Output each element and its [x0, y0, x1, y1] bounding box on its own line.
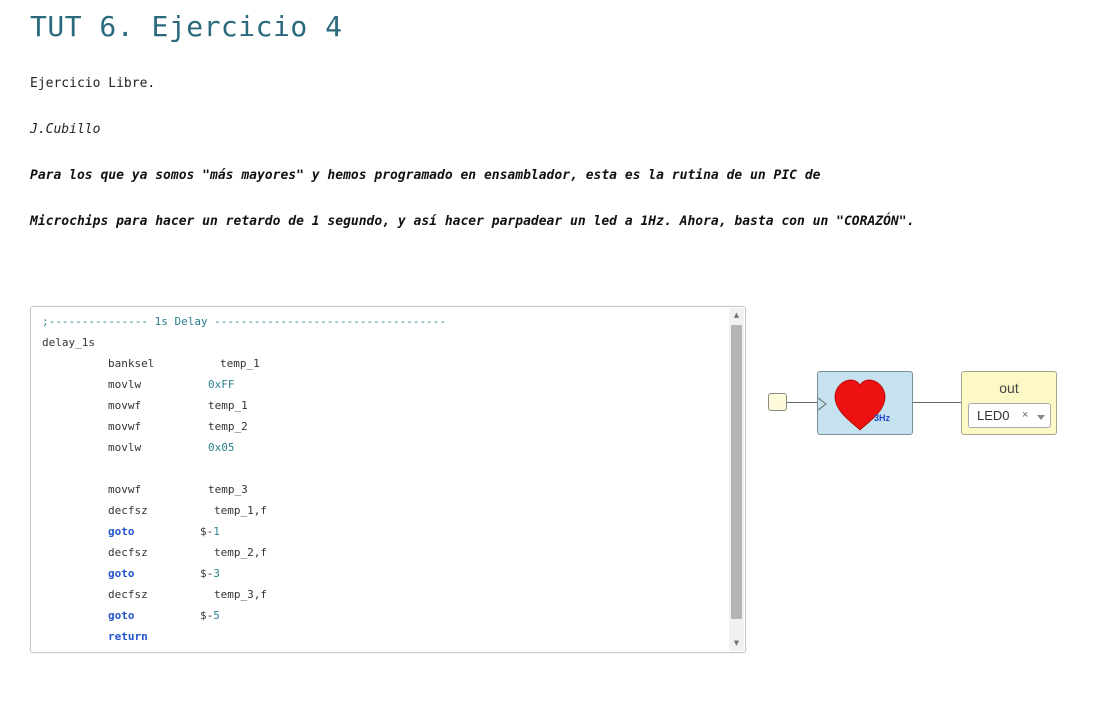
code-operand: temp_2,f — [214, 546, 267, 559]
code-operand: $-3 — [200, 567, 220, 580]
led-select-value: LED0 — [977, 408, 1010, 423]
code-instruction: movlw — [108, 378, 142, 391]
code-line: movwf temp_1 — [42, 395, 725, 416]
code-operand: temp_1 — [208, 399, 248, 412]
code-editor-scrollbar[interactable]: ▲ ▼ — [729, 308, 744, 651]
chevron-down-icon[interactable] — [1037, 415, 1045, 420]
circuit-diagram: 3Hz out LED0 × — [760, 360, 1070, 450]
code-line: banksel temp_1 — [42, 353, 725, 374]
clear-icon[interactable]: × — [1022, 409, 1028, 421]
code-line: goto $-3 — [42, 563, 725, 584]
input-pin[interactable] — [768, 393, 787, 411]
code-operand: temp_2 — [208, 420, 248, 433]
code-operand: 0x05 — [208, 441, 235, 454]
code-instruction: banksel — [108, 357, 155, 370]
code-line: delay_1s — [42, 332, 725, 353]
wire-heart-to-output — [913, 402, 961, 403]
description-line-1: Para los que ya somos "más mayores" y he… — [30, 168, 821, 183]
code-instruction: return — [108, 630, 148, 643]
code-content[interactable]: ;--------------- 1s Delay --------------… — [42, 311, 725, 647]
code-line: decfsz temp_2,f — [42, 542, 725, 563]
wire-input-to-heart — [787, 402, 817, 403]
code-operand: $-5 — [200, 609, 220, 622]
clock-input-arrow-icon — [818, 397, 827, 411]
code-operand: 0xFF — [208, 378, 235, 391]
author-line: J.Cubillo — [30, 122, 101, 137]
code-line: movwf temp_2 — [42, 416, 725, 437]
led-select[interactable]: LED0 × — [968, 403, 1051, 428]
code-instruction: decfsz — [108, 504, 148, 517]
output-block[interactable]: out LED0 × — [961, 371, 1057, 435]
code-line: ;--------------- 1s Delay --------------… — [42, 311, 725, 332]
scrollbar-thumb[interactable] — [731, 325, 742, 619]
code-label: delay_1s — [42, 336, 95, 349]
output-label: out — [999, 380, 1019, 396]
code-line: goto $-5 — [42, 605, 725, 626]
code-editor[interactable]: ;--------------- 1s Delay --------------… — [30, 306, 746, 653]
scroll-down-arrow-icon[interactable]: ▼ — [729, 636, 744, 651]
code-line: movlw 0x05 — [42, 437, 725, 458]
code-instruction: decfsz — [108, 546, 148, 559]
heart-block[interactable]: 3Hz — [817, 371, 913, 435]
code-line: movlw 0xFF — [42, 374, 725, 395]
code-instruction: goto — [108, 525, 135, 538]
code-operand: temp_1,f — [214, 504, 267, 517]
code-instruction: decfsz — [108, 588, 148, 601]
code-line: decfsz temp_1,f — [42, 500, 725, 521]
code-operand: temp_1 — [220, 357, 260, 370]
page-title: TUT 6. Ejercicio 4 — [30, 10, 343, 43]
code-operand: temp_3,f — [214, 588, 267, 601]
code-instruction: movwf — [108, 420, 142, 433]
heart-frequency-label: 3Hz — [874, 413, 891, 423]
code-instruction: goto — [108, 609, 135, 622]
code-operand: temp_3 — [208, 483, 248, 496]
code-line: return — [42, 626, 725, 647]
code-line: goto $-1 — [42, 521, 725, 542]
heart-block-graphic — [818, 379, 886, 431]
code-instruction: movwf — [108, 483, 142, 496]
code-line: movwf temp_3 — [42, 479, 725, 500]
code-line: decfsz temp_3,f — [42, 584, 725, 605]
code-operand: $-1 — [200, 525, 220, 538]
scroll-up-arrow-icon[interactable]: ▲ — [729, 308, 744, 323]
intro-paragraph: Ejercicio Libre. — [30, 76, 156, 91]
code-instruction: movlw — [108, 441, 142, 454]
code-instruction: goto — [108, 567, 135, 580]
code-comment: ;--------------- 1s Delay --------------… — [42, 315, 446, 328]
description-line-2: Microchips para hacer un retardo de 1 se… — [30, 214, 915, 229]
code-instruction: movwf — [108, 399, 142, 412]
